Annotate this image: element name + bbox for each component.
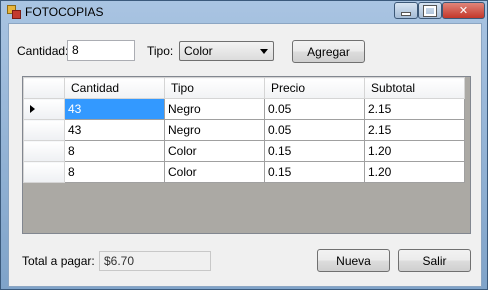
form-client-area: Cantidad: 8 Tipo: Color Agregar Cantidad… [8,23,482,287]
cantidad-input[interactable]: 8 [67,40,135,61]
column-header-cantidad[interactable]: Cantidad [64,77,165,99]
tipo-selected-value: Color [184,44,213,58]
table-cell[interactable]: Color [164,161,265,183]
agregar-button[interactable]: Agregar [292,40,365,63]
data-grid[interactable]: Cantidad Tipo Precio Subtotal 43 Negro 0… [22,76,471,234]
column-header-tipo[interactable]: Tipo [164,77,265,99]
app-icon [7,5,21,19]
table-cell[interactable]: 1.20 [364,140,465,162]
window-title: FOTOCOPIAS [25,5,104,19]
table-cell[interactable]: 0.15 [264,140,365,162]
table-cell[interactable]: 8 [64,161,165,183]
tipo-label: Tipo: [147,44,174,58]
column-header-precio[interactable]: Precio [264,77,365,99]
chevron-down-icon [260,49,268,54]
minimize-icon [401,11,411,16]
table-cell[interactable]: 0.15 [264,161,365,183]
table-cell[interactable]: 0.05 [264,119,365,141]
row-header[interactable] [23,98,65,120]
salir-button[interactable]: Salir [398,249,471,272]
table-row[interactable]: 8 Color 0.15 1.20 [23,161,465,183]
table-row[interactable]: 43 Negro 0.05 2.15 [23,98,465,120]
current-row-icon [30,105,35,113]
grid-header-row: Cantidad Tipo Precio Subtotal [23,77,465,99]
table-row[interactable]: 43 Negro 0.05 2.15 [23,119,465,141]
table-cell[interactable]: 0.05 [264,98,365,120]
column-header-subtotal[interactable]: Subtotal [364,77,465,99]
nueva-button[interactable]: Nueva [317,249,390,272]
table-cell[interactable]: Negro [164,98,265,120]
minimize-button[interactable] [394,2,418,19]
table-cell[interactable]: 43 [64,98,165,120]
table-cell[interactable]: Color [164,140,265,162]
table-cell[interactable]: 1.20 [364,161,465,183]
table-cell[interactable]: 43 [64,119,165,141]
cantidad-label: Cantidad: [17,44,69,58]
maximize-icon [423,4,437,17]
grid-corner-cell[interactable] [23,77,65,99]
total-label: Total a pagar: [22,254,95,268]
close-icon: ✕ [458,5,469,17]
row-header[interactable] [23,161,65,183]
maximize-button[interactable] [418,2,442,19]
table-cell[interactable]: Negro [164,119,265,141]
total-value-field: $6.70 [99,251,211,271]
app-window: FOTOCOPIAS ✕ Cantidad: 8 Tipo: Color Agr… [0,0,488,290]
title-bar[interactable]: FOTOCOPIAS ✕ [1,1,487,23]
table-cell[interactable]: 2.15 [364,119,465,141]
close-button[interactable]: ✕ [442,2,485,19]
row-header[interactable] [23,119,65,141]
table-row[interactable]: 8 Color 0.15 1.20 [23,140,465,162]
row-header[interactable] [23,140,65,162]
table-cell[interactable]: 2.15 [364,98,465,120]
tipo-select[interactable]: Color [179,41,274,61]
table-cell[interactable]: 8 [64,140,165,162]
